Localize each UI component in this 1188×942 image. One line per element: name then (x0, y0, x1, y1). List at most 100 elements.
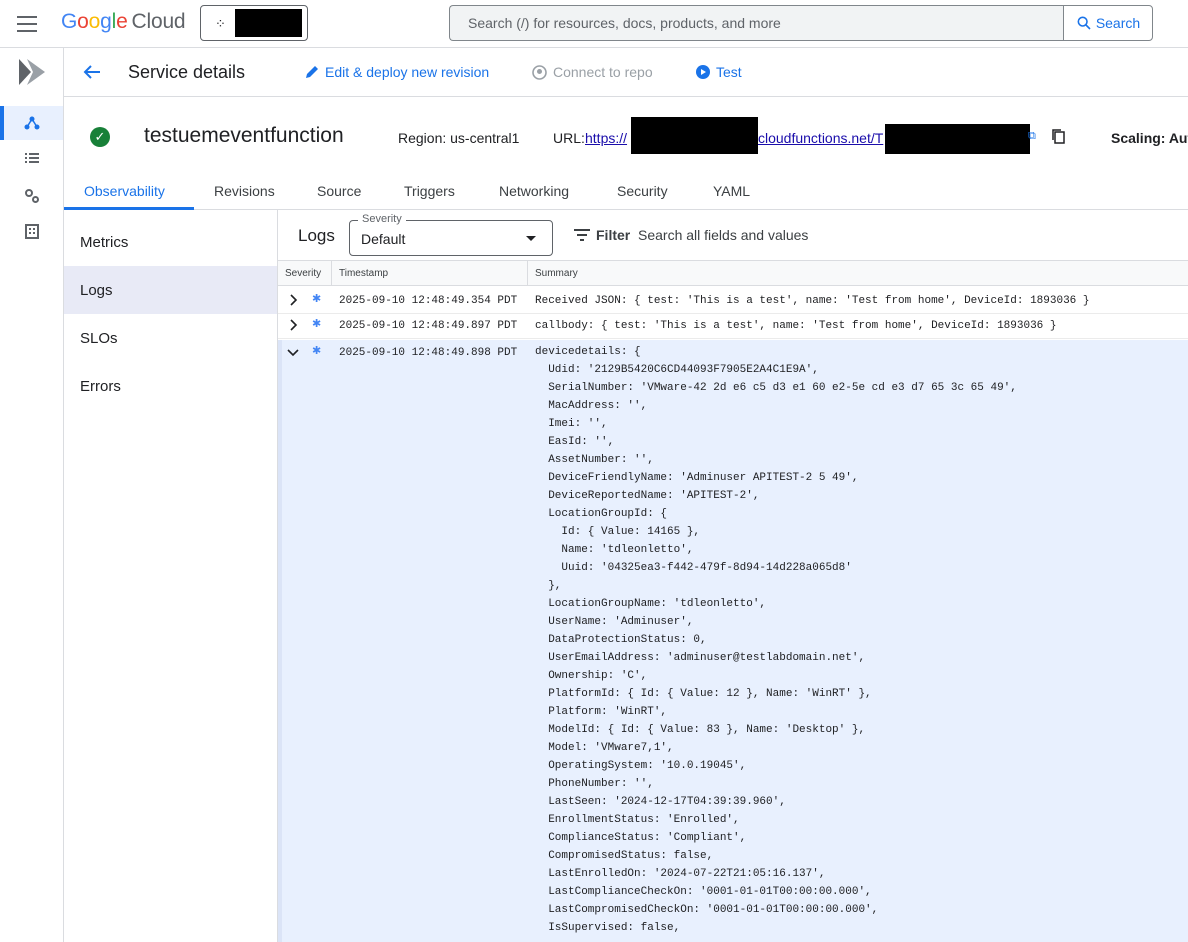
log-json-line: Name: 'tdleonletto', (535, 544, 694, 556)
log-json-line: SerialNumber: 'VMware-42 2d e6 c5 d3 e1 … (535, 382, 1017, 394)
log-json-line: }, (535, 580, 562, 592)
search-input[interactable] (450, 6, 1064, 40)
log-filter-input[interactable] (638, 224, 1038, 246)
search-box[interactable] (449, 5, 1064, 41)
copy-icon[interactable] (1052, 129, 1065, 144)
log-json-line: Model: 'VMware7,1', (535, 742, 674, 754)
google-cloud-logo[interactable]: Google Cloud (61, 10, 186, 34)
log-json-line: UserEmailAddress: 'adminuser@testlabdoma… (535, 652, 866, 664)
service-name: testuemeventfunction (144, 124, 344, 147)
subnav-item-errors[interactable]: Errors (64, 362, 277, 410)
rail-settings-icon[interactable] (0, 179, 63, 213)
severity-default-icon: ✱ (312, 294, 322, 306)
building-icon (25, 224, 39, 239)
log-json-line: LastSeen: '2024-12-17T04:39:39.960', (535, 796, 786, 808)
filter-icon (574, 229, 590, 241)
log-timestamp: 2025-09-10 12:48:49.898 PDT (339, 347, 518, 359)
severity-value: Default (361, 231, 406, 247)
log-row[interactable]: ✱ 2025-09-10 12:48:49.897 PDT callbody: … (278, 314, 1188, 339)
log-json-line: PlatformId: { Id: { Value: 12 }, Name: '… (535, 688, 872, 700)
back-arrow-icon[interactable] (82, 62, 102, 82)
connect-repo-label: Connect to repo (553, 64, 653, 80)
redacted-url-segment (885, 124, 1030, 154)
log-json-line: LastCompromisedCheckOn: '0001-01-01T00:0… (535, 904, 879, 916)
log-json-line: Ownership: 'C', (535, 670, 648, 682)
log-row-expanded[interactable]: ✱ 2025-09-10 12:48:49.898 PDT devicedeta… (278, 340, 1188, 942)
dropdown-arrow-icon (526, 236, 536, 241)
play-circle-icon (696, 65, 710, 79)
rail-list-icon[interactable] (0, 141, 63, 175)
log-json-line: AssetNumber: '', (535, 454, 654, 466)
tab-yaml[interactable]: YAML (713, 183, 750, 199)
url-label: URL: (553, 130, 585, 146)
tab-triggers[interactable]: Triggers (404, 183, 455, 199)
log-json-line: LastEnrolledOn: '2024-07-22T21:05:16.137… (535, 868, 826, 880)
subnav-item-logs[interactable]: Logs (64, 266, 277, 314)
left-rail (0, 48, 64, 942)
services-icon (24, 116, 40, 130)
pencil-icon (306, 66, 318, 78)
chevron-right-icon[interactable] (286, 293, 300, 307)
service-url-link[interactable]: https:// (585, 130, 627, 146)
log-json-line: ComplianceStatus: 'Compliant', (535, 832, 747, 844)
chevron-down-icon[interactable] (286, 345, 300, 359)
tab-bar: Observability Revisions Source Triggers … (64, 177, 1188, 210)
log-json-line: LastComplianceCheckOn: '0001-01-01T00:00… (535, 886, 872, 898)
chevron-right-icon[interactable] (286, 318, 300, 332)
menu-icon[interactable] (17, 16, 37, 32)
column-divider (527, 261, 528, 285)
edit-deploy-label: Edit & deploy new revision (325, 64, 490, 80)
github-icon (532, 64, 547, 80)
column-header-summary[interactable]: Summary (535, 268, 578, 279)
search-button[interactable]: Search (1063, 5, 1153, 41)
log-json-line: PhoneNumber: '', (535, 778, 654, 790)
tab-source[interactable]: Source (317, 183, 361, 199)
list-icon (25, 153, 39, 163)
log-json-line: OperatingSystem: '10.0.19045', (535, 760, 747, 772)
log-timestamp: 2025-09-10 12:48:49.897 PDT (339, 320, 518, 332)
cloud-run-logo-icon (19, 59, 45, 85)
subnav-item-metrics[interactable]: Metrics (64, 218, 277, 266)
subnav-item-slos[interactable]: SLOs (64, 314, 277, 362)
filter-label: Filter (596, 227, 631, 243)
column-header-timestamp[interactable]: Timestamp (339, 268, 388, 279)
column-divider (331, 261, 332, 285)
log-json-line: MacAddress: '', (535, 400, 648, 412)
log-json-line: Udid: '2129B5420C6CD44093F7905E2A4C1E9A'… (535, 364, 819, 376)
severity-select[interactable]: Severity Default (349, 213, 553, 256)
tab-security[interactable]: Security (617, 183, 668, 199)
log-json-line: LocationGroupName: 'tdleonletto', (535, 598, 767, 610)
redacted-url-segment (631, 117, 758, 154)
edit-deploy-button[interactable]: Edit & deploy new revision (305, 64, 489, 80)
log-json-line: CompromisedStatus: false, (535, 850, 714, 862)
log-json-line: devicedetails: { (535, 346, 641, 358)
log-json-line: ModelId: { Id: { Value: 83 }, Name: 'Des… (535, 724, 866, 736)
log-json-line: DeviceReportedName: 'APITEST-2', (535, 490, 760, 502)
search-icon (1077, 16, 1091, 30)
project-picker[interactable]: ⁘ (200, 5, 308, 41)
tab-revisions[interactable]: Revisions (214, 183, 275, 199)
column-header-severity[interactable]: Severity (285, 268, 321, 279)
filter-button[interactable]: Filter (574, 227, 630, 243)
severity-default-icon: ✱ (312, 346, 322, 358)
connect-repo-button[interactable]: Connect to repo (532, 64, 653, 80)
page-header: Service details Edit & deploy new revisi… (64, 48, 1188, 97)
logs-title: Logs (298, 226, 335, 245)
log-json-line: DataProtectionStatus: 0, (535, 634, 707, 646)
log-row[interactable]: ✱ 2025-09-10 12:48:49.354 PDT Received J… (278, 289, 1188, 314)
tab-observability[interactable]: Observability (84, 183, 165, 199)
test-button[interactable]: Test (696, 64, 742, 80)
log-json-payload: devicedetails: { Udid: '2129B5420C6CD440… (535, 347, 1017, 941)
observability-subnav: Metrics Logs SLOs Errors (64, 210, 278, 942)
rail-services-icon[interactable] (0, 106, 63, 140)
severity-label: Severity (358, 213, 406, 225)
external-link-icon[interactable]: ⧉ (1028, 130, 1036, 143)
log-json-line: UserName: 'Adminuser', (535, 616, 694, 628)
rail-buildings-icon[interactable] (0, 214, 63, 248)
tab-networking[interactable]: Networking (499, 183, 569, 199)
service-url-link-suffix[interactable]: cloudfunctions.net/T (758, 130, 883, 146)
log-timestamp: 2025-09-10 12:48:49.354 PDT (339, 295, 518, 307)
search-button-label: Search (1095, 15, 1141, 31)
log-json-line: Platform: 'WinRT', (535, 706, 668, 718)
log-json-line: Id: { Value: 14165 }, (535, 526, 701, 538)
